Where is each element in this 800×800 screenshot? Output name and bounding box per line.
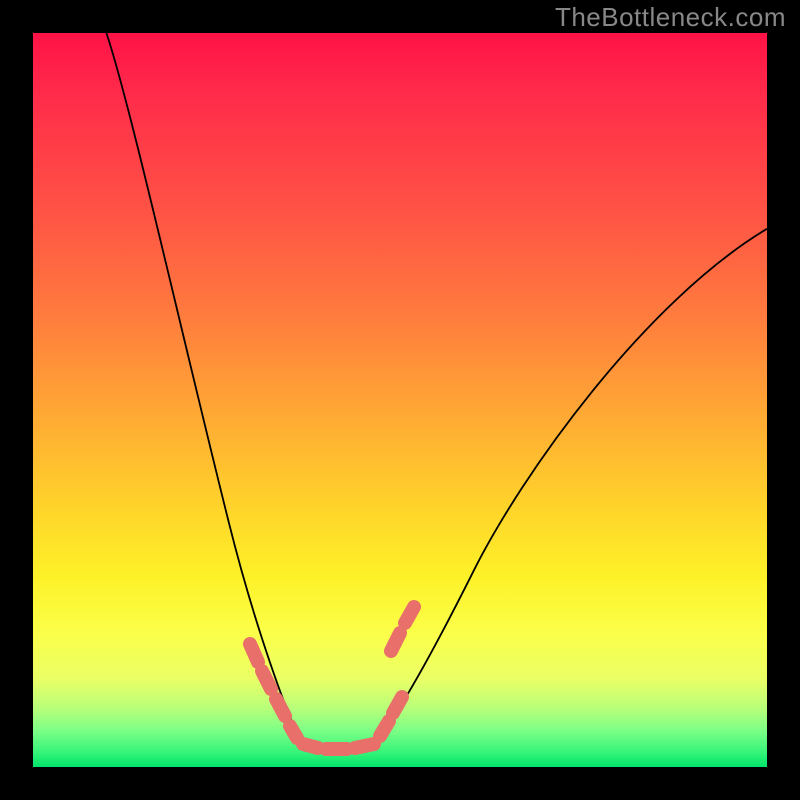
optimal-marker-right [380, 607, 414, 736]
bottleneck-curve-left [106, 33, 302, 743]
watermark-text: TheBottleneck.com [555, 2, 786, 33]
chart-frame: TheBottleneck.com [0, 0, 800, 800]
bottleneck-curve-right [376, 229, 768, 743]
optimal-marker-bottom [303, 744, 374, 749]
chart-svg [33, 33, 767, 767]
optimal-marker-left [250, 644, 297, 738]
